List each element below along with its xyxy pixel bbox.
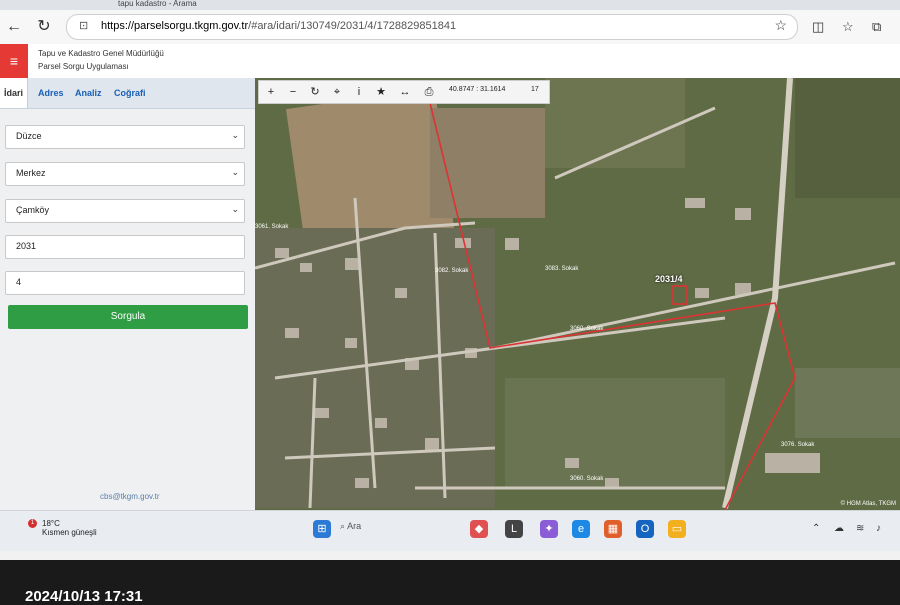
collections-icon[interactable]: ⧉ [872,19,881,35]
volume-icon[interactable]: ♪ [876,523,881,534]
parcel-label: 2031/4 [655,274,683,284]
url-path: /#ara/idari/130749/2031/4/1728829851841 [248,20,457,32]
map-copyright: © HGM Atlas, TKGM [840,501,896,507]
bookmark-star-icon[interactable]: ★ [373,84,389,100]
address-bar[interactable]: ⊡ https://parselsorgu.tkgm.gov.tr/#ara/i… [66,14,798,40]
block-value: 2031 [16,241,37,251]
block-input[interactable]: 2031 [5,235,245,259]
windows-start-icon[interactable]: ⊞ [313,520,331,538]
app-icon[interactable]: L [505,520,523,538]
query-panel: İdari Adres Analiz Coğrafi Düzce ⌄ Merke… [0,78,255,510]
zoom-in-icon[interactable]: + [263,84,279,100]
street-label: 3061. Sokak [255,224,289,230]
store-icon[interactable]: ▦ [604,520,622,538]
app-title: Tapu ve Kadastro Genel Müdürlüğü [38,49,164,58]
map-toolbar: + − ↻ ⌖ i ★ ↔ ⎙ 40.8747 : 31.1614 17 [258,80,550,104]
search-placeholder: Ara [347,521,362,531]
neighborhood-value: Çamköy [16,205,50,215]
chevron-down-icon: ⌄ [231,167,239,177]
query-button[interactable]: Sorgula [8,305,248,329]
taskbar: 1 18°C Kısmen güneşli ⊞ ⌕ Ara ◆ L ✦ e ▦ … [0,510,900,551]
notification-badge: 1 [28,519,37,528]
refresh-icon[interactable]: ↻ [307,84,323,100]
hamburger-menu-icon[interactable]: ≡ [0,44,28,78]
back-icon[interactable]: ← [4,17,24,37]
coordinate-readout: 40.8747 : 31.1614 [449,86,506,93]
info-icon[interactable]: i [351,84,367,100]
street-label: 3060. Sokak [570,476,604,482]
contact-email-link[interactable]: cbs@tkgm.gov.tr [100,492,160,501]
search-icon: ⌕ [340,521,346,531]
province-value: Düzce [16,131,42,141]
street-label: 3082. Sokak [435,268,469,274]
print-icon[interactable]: ⎙ [421,84,437,100]
favorite-star-icon[interactable]: ☆ [774,17,787,34]
satellite-map[interactable]: + − ↻ ⌖ i ★ ↔ ⎙ 40.8747 : 31.1614 17 306… [255,78,900,510]
chevron-down-icon: ⌄ [231,204,239,214]
parcel-input[interactable]: 4 [5,271,245,295]
split-screen-icon[interactable]: ◫ [812,19,824,35]
photo-timestamp: 2024/10/13 17:31 [25,588,143,605]
edge-browser-icon[interactable]: e [572,520,590,538]
neighborhood-select[interactable]: Çamköy ⌄ [5,199,245,223]
site-info-icon[interactable]: ⊡ [79,19,88,32]
parcel-value: 4 [16,277,22,287]
cloud-icon[interactable]: ☁ [834,523,844,534]
measure-icon[interactable]: ↔ [397,84,413,100]
zoom-out-icon[interactable]: − [285,84,301,100]
street-label: 3083. Sokak [545,266,579,272]
tab-adres[interactable]: Adres [38,78,64,108]
browser-tab[interactable]: tapu kadastro - Arama [118,0,197,10]
street-label: 3076. Sokak [781,442,815,448]
street-label: 3060. Sokak [570,326,604,332]
province-select[interactable]: Düzce ⌄ [5,125,245,149]
file-explorer-icon[interactable]: ▭ [668,520,686,538]
favorites-icon[interactable]: ☆ [842,19,854,35]
tab-analiz[interactable]: Analiz [75,78,102,108]
district-select[interactable]: Merkez ⌄ [5,162,245,186]
copilot-icon[interactable]: ✦ [540,520,558,538]
weather-widget[interactable]: 18°C Kısmen güneşli [42,519,97,537]
chevron-up-icon[interactable]: ⌃ [812,523,820,534]
browser-toolbar: ← ↻ ⊡ https://parselsorgu.tkgm.gov.tr/#a… [0,10,900,45]
wifi-icon[interactable]: ≋ [856,523,864,534]
screen: tapu kadastro - Arama ← ↻ ⊡ https://pars… [0,0,900,560]
locate-icon[interactable]: ⌖ [329,84,345,100]
tab-idari[interactable]: İdari [0,78,29,108]
browser-tab-bar: tapu kadastro - Arama [0,0,900,10]
url-host: https://parselsorgu.tkgm.gov.tr [101,20,249,32]
url-text: https://parselsorgu.tkgm.gov.tr/#ara/ida… [101,20,456,32]
chevron-down-icon: ⌄ [231,130,239,140]
district-value: Merkez [16,168,46,178]
weather-condition: Kısmen güneşli [42,528,97,537]
app-header: ≡ Tapu ve Kadastro Genel Müdürlüğü Parse… [0,44,900,79]
taskbar-search[interactable]: ⌕ Ara [340,521,410,541]
reload-icon[interactable]: ↻ [34,17,54,37]
widgets-app-icon[interactable]: ◆ [470,520,488,538]
query-tabs: İdari Adres Analiz Coğrafi [0,78,255,109]
outlook-icon[interactable]: O [636,520,654,538]
zoom-level: 17 [531,86,539,93]
app-subtitle: Parsel Sorgu Uygulaması [38,62,129,71]
temperature: 18°C [42,519,60,528]
tab-cografi[interactable]: Coğrafi [114,78,146,108]
